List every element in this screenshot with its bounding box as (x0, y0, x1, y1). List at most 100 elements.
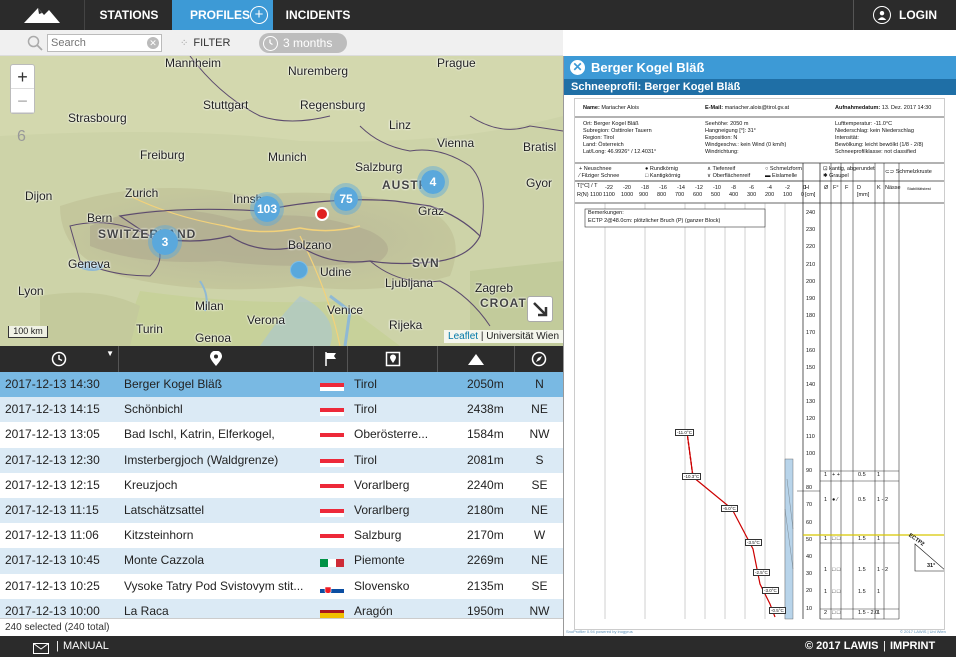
r-tick-label: 600 (693, 192, 703, 198)
map-label: Geneva (68, 257, 111, 271)
table-row[interactable]: 2017-12-13 10:25 Vysoke Tatry Pod Svistov… (0, 573, 563, 599)
table-row[interactable]: 2017-12-13 12:15 Kreuzjoch Vorarlberg 2240m… (0, 472, 563, 498)
column-aspect-header[interactable] (515, 346, 563, 372)
row-elevation: 2170m (467, 528, 504, 543)
row-aspect: N (535, 377, 544, 391)
zoom-in-button[interactable]: + (11, 65, 34, 89)
add-profile-icon[interactable]: + (250, 6, 268, 24)
r-tick-label: 700 (675, 192, 685, 198)
close-icon[interactable]: ✕ (570, 60, 585, 75)
row-elevation: 2050m (467, 377, 504, 391)
mail-icon[interactable] (33, 641, 49, 662)
doc-footer-right: © 2017 LAWIS | Uni Wien (900, 629, 946, 634)
station-cluster[interactable]: 4 (417, 166, 449, 198)
layer-grain-size: 0.5 (858, 472, 866, 478)
tab-stations[interactable]: STATIONS (86, 0, 172, 30)
r-tick-label: 300 (747, 192, 757, 198)
compass-icon (531, 351, 547, 367)
selected-profile-marker[interactable] (315, 207, 329, 221)
column-region-header[interactable] (348, 346, 438, 372)
depth-tick-label: 10 (806, 605, 813, 612)
tab-profiles[interactable]: PROFILES + (172, 0, 273, 30)
expand-map-button[interactable] (527, 296, 553, 322)
map-label: Strasbourg (68, 111, 127, 125)
col-h: H [cm] (805, 185, 816, 198)
doc-ort: Ort: Berger Kogel Bläß (583, 121, 639, 127)
r-tick-label: 100 (783, 192, 793, 198)
table-row[interactable]: 2017-12-13 10:00 La Raca Aragón 1950m NW (0, 598, 563, 618)
panel-title: Berger Kogel Bläß (591, 60, 705, 75)
depth-tick-label: 170 (806, 330, 816, 337)
layer-number: 2 (824, 610, 828, 616)
layer-hardness: 1 - 2 (877, 497, 889, 503)
col-d: D [mm] (857, 185, 870, 198)
row-elevation: 2438m (467, 402, 504, 417)
r-axis-label: R(N) 1100 (577, 192, 602, 198)
row-aspect: NW (529, 603, 550, 618)
map[interactable]: + − 6 Mannheim Nuremberg Prague Stuttgar… (0, 56, 563, 346)
map-label: Graz (418, 204, 445, 218)
station-cluster[interactable]: 103 (250, 192, 284, 226)
time-range-pill[interactable]: 3 months (259, 33, 347, 53)
clear-search-icon[interactable]: ✕ (147, 37, 159, 49)
temperature-label: -11.0°C (675, 429, 694, 436)
station-cluster[interactable]: 3 (148, 225, 182, 259)
t-tick-label: -20 (623, 185, 631, 191)
depth-tick-label: 80 (806, 485, 813, 492)
table-row[interactable]: 2017-12-13 10:45 Monte Cazzola Piemonte 226… (0, 548, 563, 574)
zoom-control: + − (10, 64, 35, 114)
copyright: © 2017 LAWIS (805, 640, 879, 652)
row-date: 2017-12-13 10:45 (5, 553, 100, 568)
layer-number: 1 (824, 497, 828, 503)
table-row[interactable]: 2017-12-13 14:30 Berger Kogel Bläß Tirol 20… (0, 372, 563, 398)
temperature-label: -2.5°C (753, 569, 770, 576)
lawis-logo[interactable] (0, 0, 85, 30)
depth-tick-label: 220 (806, 244, 816, 251)
search-input[interactable] (47, 34, 162, 52)
zoom-out-button[interactable]: − (11, 89, 34, 113)
column-country-header[interactable] (314, 346, 348, 372)
row-aspect: NE (531, 553, 548, 568)
column-time-header[interactable]: ▼ (0, 346, 119, 372)
table-row[interactable]: 2017-12-13 14:15 Schönbichl Tirol 2438m NE (0, 397, 563, 423)
tab-profiles-label: PROFILES (190, 8, 251, 22)
row-date: 2017-12-13 10:00 (5, 603, 100, 618)
user-icon (873, 6, 891, 24)
row-aspect: NE (531, 402, 548, 417)
table-row[interactable]: 2017-12-13 11:15 Latschätzsattel Vorarlber… (0, 497, 563, 524)
table-row[interactable]: 2017-12-13 12:30 Imsterbergjoch (Waldgren… (0, 447, 563, 473)
manual-link[interactable]: MANUAL (63, 636, 109, 657)
r-tick-label: 1100 (603, 192, 615, 198)
tab-incidents[interactable]: INCIDENTS (273, 0, 363, 30)
station-cluster[interactable]: 75 (330, 183, 362, 215)
doc-land: Land: Österreich (583, 142, 624, 148)
row-location: Imsterbergjoch (Waldgrenze) (124, 452, 279, 467)
country-flag-icon (320, 555, 344, 568)
column-location-header[interactable] (119, 346, 314, 372)
col-s: Stabilitätstest (907, 186, 931, 191)
doc-seehoehe: Seehöhe: 2050 m (705, 121, 749, 127)
column-elevation-header[interactable] (438, 346, 515, 372)
table-row[interactable]: 2017-12-13 11:06 Kitzsteinhorn Salzburg 217… (0, 523, 563, 549)
layer-grain-size: 1.5 (858, 567, 866, 573)
profile-marker[interactable] (290, 261, 308, 279)
depth-tick-label: 60 (806, 519, 813, 526)
map-label: Rijeka (389, 318, 423, 332)
row-date: 2017-12-13 12:15 (5, 477, 100, 492)
layer-symbols: + + (832, 472, 840, 478)
row-date: 2017-12-13 12:30 (5, 452, 100, 467)
t-tick-label: -12 (695, 185, 703, 191)
row-region: Salzburg (354, 528, 402, 543)
row-aspect: W (533, 528, 546, 543)
login-button[interactable]: LOGIN (853, 0, 956, 30)
table-row[interactable]: 2017-12-13 13:05 Bad Ischl, Katrin, Elfer… (0, 422, 563, 448)
row-aspect: NW (529, 427, 550, 442)
filter-label: FILTER (193, 37, 231, 49)
filter-button[interactable]: ⁘ FILTER (180, 34, 230, 52)
map-label: Salzburg (355, 160, 403, 174)
row-aspect: SE (531, 477, 548, 492)
imprint-link[interactable]: IMPRINT (890, 636, 935, 657)
depth-tick-label: 70 (806, 502, 813, 509)
leaflet-link[interactable]: Leaflet (448, 331, 478, 342)
doc-lufttemp: Lufttemperatur: -11.0°C (835, 121, 893, 127)
